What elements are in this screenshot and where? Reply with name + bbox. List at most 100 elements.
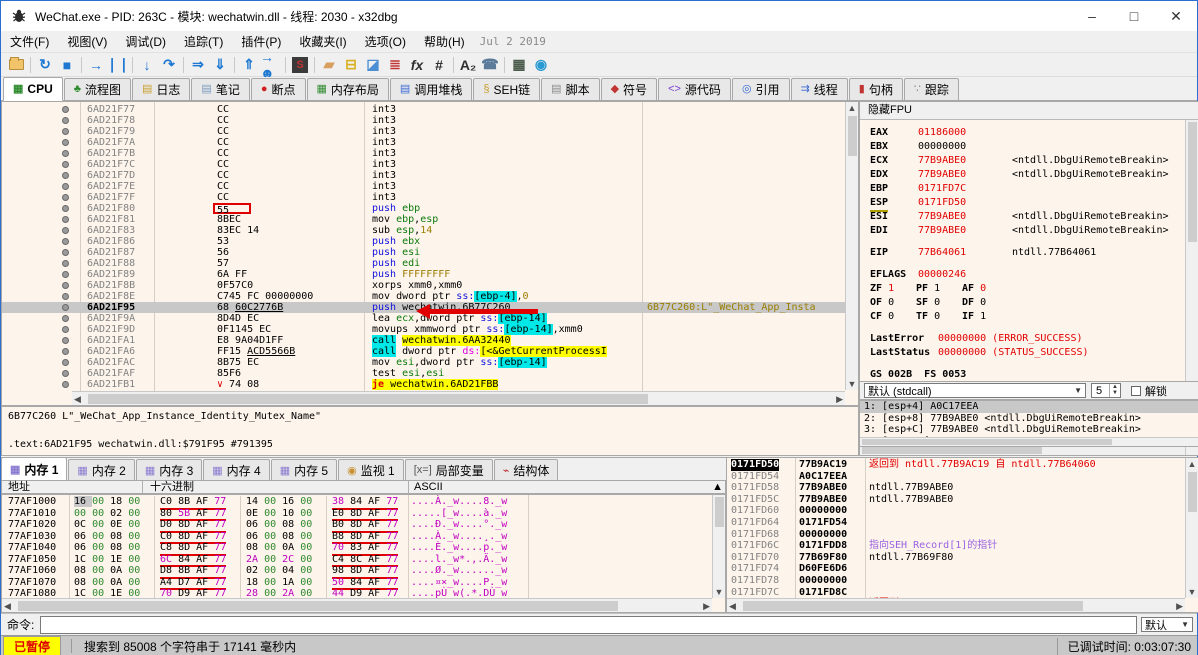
stack-row[interactable]: 0171FD64 0171FD54 bbox=[727, 517, 1184, 529]
command-input[interactable] bbox=[40, 615, 1137, 634]
calculator-icon[interactable]: ▦ bbox=[508, 55, 530, 75]
step-into-icon[interactable]: ↓ bbox=[136, 55, 158, 75]
flags-row[interactable]: ZF 1 PF 1 AF 0 bbox=[860, 282, 1185, 296]
tab-调用堆栈[interactable]: ▤ 调用堆栈 bbox=[389, 78, 473, 100]
register-row-edi[interactable]: EDI 77B9ABE0 <ntdll.DbgUiRemoteBreakin> bbox=[860, 224, 1185, 238]
source-s-icon[interactable]: S bbox=[289, 55, 311, 75]
tab-引用[interactable]: ◎ 引用 bbox=[731, 78, 790, 100]
stack-scroll-right-icon[interactable]: ▶ bbox=[1176, 600, 1183, 612]
register-row-eip[interactable]: EIP 77B64061 ntdll.77B64061 bbox=[860, 246, 1185, 260]
dump-hscrollbar[interactable]: ◀ ▶ bbox=[2, 598, 712, 612]
stack-row[interactable]: 0171FD6C 0171FDD8 指向SEH_Record[1]的指针 bbox=[727, 540, 1184, 552]
menu-item-收藏夹I[interactable]: 收藏夹(I) bbox=[290, 31, 355, 53]
preferences-globe-icon[interactable]: ◉ bbox=[530, 55, 552, 75]
disasm-row[interactable]: 6AD21F8E C745 FC 00000000 mov dword ptr ss… bbox=[2, 291, 845, 302]
disasm-row[interactable]: 6AD21F7B CC int3 bbox=[2, 148, 845, 159]
restart-icon[interactable]: ↻ bbox=[34, 55, 56, 75]
scroll-right-icon[interactable]: ▶ bbox=[836, 393, 843, 405]
stack-row[interactable]: 0171FD5C 77B9ABE0 ntdll.77B9ABE0 bbox=[727, 494, 1184, 506]
disasm-row[interactable]: 6AD21F83 83EC 14 sub esp,14 bbox=[2, 225, 845, 236]
hide-fpu-button[interactable]: 隐藏FPU bbox=[860, 102, 1198, 120]
dump-vscrollbar[interactable]: ▼ bbox=[712, 495, 725, 598]
breakpoint-dot-icon[interactable] bbox=[62, 172, 69, 179]
tab-CPU[interactable]: ▦ CPU bbox=[3, 77, 63, 101]
unlock-checkbox[interactable] bbox=[1131, 385, 1141, 396]
dump-row[interactable]: 77AF1050 1C 00 1E 00 6C 84 AF 77 2A 00 2C 0… bbox=[2, 553, 711, 567]
disasm-row[interactable]: 6AD21F9D 0F1145 EC movups xmmword ptr ss:[… bbox=[2, 324, 845, 335]
menu-item-追踪T[interactable]: 追踪(T) bbox=[175, 31, 232, 53]
breakpoint-dot-icon[interactable] bbox=[62, 315, 69, 322]
breakpoint-dot-icon[interactable] bbox=[62, 238, 69, 245]
breakpoint-dot-icon[interactable] bbox=[62, 128, 69, 135]
disasm-row[interactable]: 6AD21F7E CC int3 bbox=[2, 181, 845, 192]
dump-tab-内存 5[interactable]: ▦ 内存 5 bbox=[270, 459, 338, 480]
convention-select[interactable]: 默认 (stdcall) ▼ bbox=[864, 383, 1086, 398]
breakpoint-dot-icon[interactable] bbox=[62, 117, 69, 124]
stack-row[interactable]: 0171FD60 00000000 bbox=[727, 505, 1184, 517]
breakpoint-dot-icon[interactable] bbox=[62, 282, 69, 289]
stack-scroll-up-icon[interactable]: ▲ bbox=[1186, 458, 1198, 470]
stack-row[interactable]: 0171FD68 00000000 bbox=[727, 529, 1184, 541]
disasm-vscrollbar[interactable]: ▲ ▼ bbox=[845, 102, 858, 390]
dump-tab-内存 2[interactable]: ▦ 内存 2 bbox=[68, 459, 135, 480]
scroll-left-icon[interactable]: ◀ bbox=[74, 393, 81, 405]
pause-icon[interactable]: ❘❘ bbox=[106, 55, 129, 75]
arguments-pane[interactable]: 1: [esp+4] A0C17EEA 2: [esp+8] 77B9ABE0 <… bbox=[859, 400, 1198, 447]
dump-row[interactable]: 77AF1010 00 00 02 00 80 5B AF 77 0E 00 10 0… bbox=[2, 507, 711, 521]
stack-row[interactable]: 0171FD58 77B9ABE0 ntdll.77B9ABE0 bbox=[727, 482, 1184, 494]
dump-col-hex[interactable]: 十六进制 bbox=[150, 481, 194, 494]
breakpoint-dot-icon[interactable] bbox=[62, 293, 69, 300]
minimize-button[interactable]: – bbox=[1071, 1, 1113, 31]
disasm-row[interactable]: 6AD21F8B 0F57C0 xorps xmm0,xmm0 bbox=[2, 280, 845, 291]
stack-pane[interactable]: 0171FD50 77B9AC19 返回到 ntdll.77B9AC19 自 ntd… bbox=[726, 457, 1198, 613]
argument-row[interactable]: 1: [esp+4] A0C17EEA bbox=[860, 401, 1198, 413]
disasm-row[interactable]: 6AD21FA6 FF15 ACD5566B call dword ptr ds:[… bbox=[2, 346, 845, 357]
flags-row[interactable]: CF 0 TF 0 IF 1 bbox=[860, 310, 1185, 324]
breakpoint-dot-icon[interactable] bbox=[62, 139, 69, 146]
tab-日志[interactable]: ▤ 日志 bbox=[131, 78, 191, 100]
disasm-row[interactable]: 6AD21F87 56 push esi bbox=[2, 247, 845, 258]
patches-icon[interactable]: ▰ bbox=[318, 55, 340, 75]
breakpoint-dot-icon[interactable] bbox=[62, 359, 69, 366]
dump-scroll-right-icon[interactable]: ▶ bbox=[703, 600, 710, 612]
disasm-row[interactable]: 6AD21F7F CC int3 bbox=[2, 192, 845, 203]
laststatus-row[interactable]: LastStatus 00000000 (STATUS_SUCCESS) bbox=[860, 346, 1185, 360]
run-to-selection-icon[interactable]: ⇒ bbox=[187, 55, 209, 75]
register-row-ebp[interactable]: EBP 0171FD7C bbox=[860, 182, 1185, 196]
run-to-user-code-icon[interactable]: →☻ bbox=[260, 49, 282, 81]
breakpoint-dot-icon[interactable] bbox=[62, 260, 69, 267]
tab-流程图[interactable]: ♣ 流程图 bbox=[63, 78, 131, 100]
tab-笔记[interactable]: ▤ 笔记 bbox=[191, 78, 250, 100]
register-row-esi[interactable]: ESI 77B9ABE0 <ntdll.DbgUiRemoteBreakin> bbox=[860, 210, 1185, 224]
register-row-edx[interactable]: EDX 77B9ABE0 <ntdll.DbgUiRemoteBreakin> bbox=[860, 168, 1185, 182]
breakpoint-dot-icon[interactable] bbox=[62, 348, 69, 355]
breakpoint-dot-icon[interactable] bbox=[62, 205, 69, 212]
disasm-row[interactable]: 6AD21F7A CC int3 bbox=[2, 137, 845, 148]
dump-row[interactable]: 77AF1070 08 00 0A 00 A4 D7 AF 77 18 00 1A 0… bbox=[2, 576, 711, 590]
step-over-icon[interactable]: ↷ bbox=[158, 55, 180, 75]
disasm-row[interactable]: 6AD21FA1 E8 9A04D1FF call wechatwin.6AA324… bbox=[2, 335, 845, 346]
step-out-icon[interactable]: ⇓ bbox=[209, 55, 231, 75]
breakpoint-dot-icon[interactable] bbox=[62, 183, 69, 190]
dump-tab-内存 3[interactable]: ▦ 内存 3 bbox=[135, 459, 203, 480]
open-file-icon[interactable] bbox=[5, 55, 27, 75]
stack-row[interactable]: 0171FD70 77B69F80 ntdll.77B69F80 bbox=[727, 552, 1184, 564]
stack-scroll-left-icon[interactable]: ◀ bbox=[729, 600, 736, 612]
disasm-row[interactable]: 6AD21F88 57 push edi bbox=[2, 258, 845, 269]
menu-item-调试D[interactable]: 调试(D) bbox=[116, 31, 175, 53]
register-row-ecx[interactable]: ECX 77B9ABE0 <ntdll.DbgUiRemoteBreakin> bbox=[860, 154, 1185, 168]
dump-col-ascii[interactable]: ASCII bbox=[414, 481, 443, 494]
dump-row[interactable]: 77AF1030 06 00 08 00 C0 8D AF 77 06 00 08 0… bbox=[2, 530, 711, 544]
disasm-row[interactable]: 6AD21F80 55 push ebp bbox=[2, 203, 845, 216]
argument-row[interactable]: 3: [esp+C] 77B9ABE0 <ntdll.DbgUiRemoteBr… bbox=[860, 424, 1198, 436]
argument-row[interactable]: 2: [esp+8] 77B9ABE0 <ntdll.DbgUiRemoteBr… bbox=[860, 413, 1198, 425]
register-row-esp[interactable]: ESP 0171FD50 bbox=[860, 196, 1185, 212]
disasm-row[interactable]: 6AD21FB1 ∨ 74 08 je wechatwin.6AD21FBB bbox=[2, 379, 845, 390]
breakpoint-dot-icon[interactable] bbox=[62, 304, 69, 311]
tab-跟踪[interactable]: ∵ 跟踪 bbox=[903, 78, 959, 100]
dump-row[interactable]: 77AF1060 08 00 0A 00 D8 8B AF 77 02 00 04 0… bbox=[2, 565, 711, 579]
dump-tab-内存 4[interactable]: ▦ 内存 4 bbox=[203, 459, 270, 480]
stack-row[interactable]: 0171FD54 A0C17EEA bbox=[727, 471, 1184, 483]
register-row-eflags[interactable]: EFLAGS 00000246 bbox=[860, 268, 1185, 282]
strings-icon[interactable]: A₂ bbox=[457, 55, 479, 75]
